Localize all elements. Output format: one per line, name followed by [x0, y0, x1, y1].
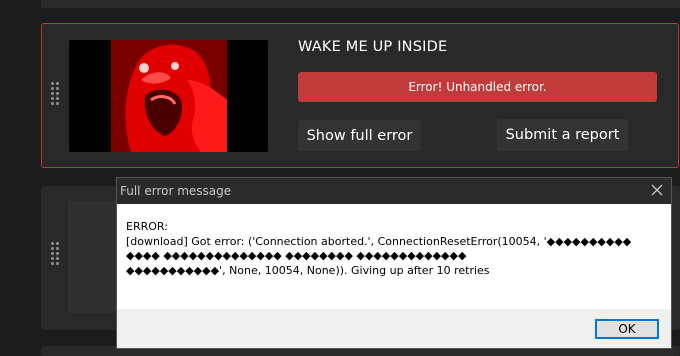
error-dialog: Full error message ERROR: [download] Got… [116, 177, 672, 349]
dialog-titlebar[interactable]: Full error message [117, 178, 671, 204]
error-status-bar: Error! Unhandled error. [298, 72, 657, 102]
submit-report-button[interactable]: Submit a report [497, 119, 628, 151]
close-icon[interactable] [649, 182, 665, 198]
ok-button[interactable]: OK [595, 319, 659, 339]
thumbnail-image [111, 40, 227, 152]
video-title: WAKE ME UP INSIDE [298, 39, 448, 55]
drag-handle-icon[interactable] [50, 81, 60, 107]
previous-card [41, 0, 680, 8]
video-thumbnail [69, 40, 268, 152]
drag-handle-icon[interactable] [50, 241, 60, 267]
dialog-footer: OK [117, 309, 671, 348]
show-full-error-button[interactable]: Show full error [298, 120, 421, 151]
dialog-body: ERROR: [download] Got error: ('Connectio… [117, 204, 671, 309]
error-message-text: ERROR: [download] Got error: ('Connectio… [126, 220, 632, 277]
dialog-title: Full error message [120, 184, 232, 198]
video-thumbnail-2 [68, 201, 116, 313]
